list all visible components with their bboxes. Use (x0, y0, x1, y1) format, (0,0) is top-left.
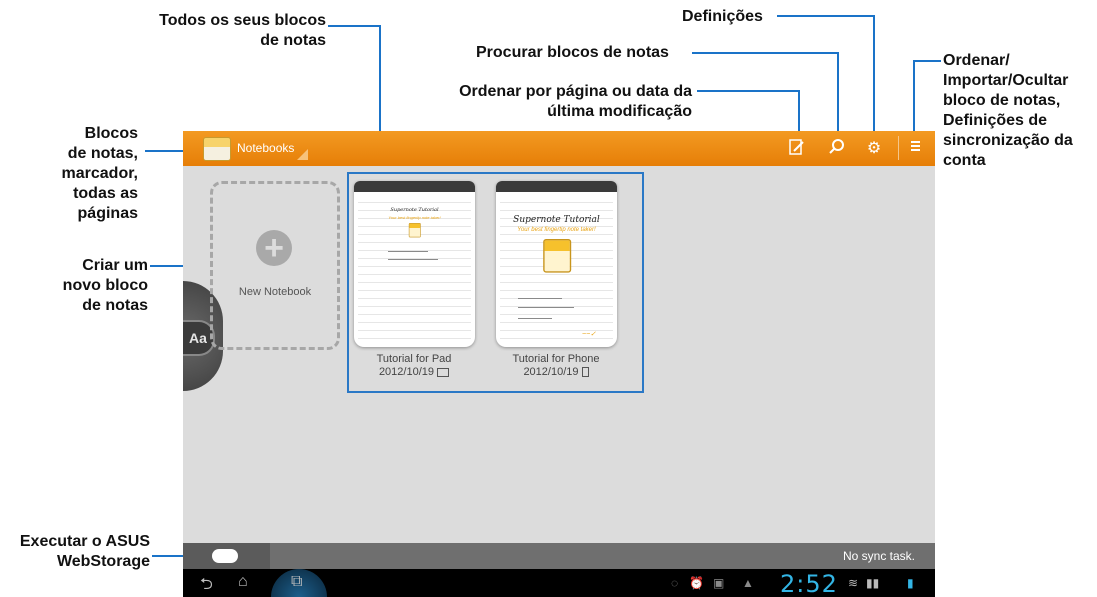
callout-line (913, 60, 941, 62)
new-notebook-label: New Notebook (238, 286, 312, 298)
spiral-binding (496, 181, 617, 192)
sort-edit-icon[interactable] (786, 138, 808, 160)
callout-settings: Definições (682, 8, 763, 25)
toolbar-divider (898, 136, 899, 160)
callout-line (692, 52, 839, 54)
plus-icon: + (256, 230, 292, 266)
cloud-gear-icon (212, 549, 238, 563)
new-notebook-button[interactable]: + New Notebook (210, 181, 340, 350)
signal-icon: ▮▮ (866, 576, 880, 590)
callout-all-notebooks: Todos os seus blocos de notas (159, 12, 326, 49)
callout-webstorage: Executar o ASUS WebStorage (19, 533, 150, 570)
webstorage-button[interactable] (183, 543, 270, 569)
callout-line (798, 90, 800, 137)
screenshot-icon: ▣ (713, 576, 725, 590)
callout-notebooks-nav: Blocos de notas, marcador, todas as pági… (61, 125, 138, 222)
spiral-binding (354, 181, 475, 192)
sync-status-text: No sync task. (842, 549, 915, 563)
warning-icon: ▲ (742, 576, 754, 590)
notebook-cover[interactable]: Supernote Tutorial Your best fingertip n… (496, 181, 617, 347)
notes-app-icon (408, 223, 421, 238)
notebook-cover[interactable]: Supernote Tutorial Your best fingertip n… (354, 181, 475, 347)
tablet-icon (437, 367, 450, 377)
notebook-title: Tutorial for Pad 2012/10/19 (376, 353, 452, 378)
scribble-mark: ~~✓ (582, 331, 597, 338)
callout-line (697, 90, 800, 92)
settings-gear-icon[interactable]: ⚙ (863, 138, 885, 160)
sync-icon: ◌ (671, 576, 679, 590)
notes-app-icon (542, 239, 571, 273)
notebooks-dropdown[interactable]: Notebooks (237, 141, 294, 155)
callout-line (873, 15, 875, 137)
action-bar: Notebooks ⚙ (183, 131, 935, 166)
dropdown-triangle-icon (297, 149, 308, 160)
back-icon[interactable]: ⮌ (200, 573, 213, 597)
callout-line (777, 15, 875, 17)
notebook-title: Tutorial for Phone 2012/10/19 (512, 353, 600, 378)
tablet-screen: Notebooks ⚙ Aa + New Notebook Supernote … (183, 131, 935, 597)
wifi-icon: ≋ (848, 576, 859, 590)
callout-line (837, 52, 839, 137)
phone-icon (581, 367, 589, 378)
system-nav-bar: ⮌ ⌂ ⧉ ◌ ⏰ ▣ ▲ 2:52 ≋ ▮▮ ▮ (183, 569, 935, 597)
callout-create: Criar um novo bloco de notas (62, 257, 148, 314)
notebook-page-preview: Supernote Tutorial Your best fingertip n… (500, 195, 613, 341)
callout-search: Procurar blocos de notas (476, 44, 669, 61)
sync-status-bar: No sync task. (183, 543, 935, 569)
search-icon[interactable] (826, 138, 848, 160)
home-icon[interactable]: ⌂ (238, 573, 248, 591)
battery-icon: ▮ (907, 576, 914, 590)
clock: 2:52 (780, 570, 838, 597)
alarm-icon: ⏰ (689, 576, 704, 590)
notebook-page-preview: Supernote Tutorial Your best fingertip n… (358, 195, 471, 341)
notebook-app-icon[interactable] (203, 137, 231, 161)
recent-apps-icon[interactable]: ⧉ (291, 573, 302, 591)
callout-sort: Ordenar por página ou data da última mod… (459, 83, 692, 120)
menu-list-icon[interactable] (905, 138, 927, 160)
callout-line (913, 60, 915, 137)
callout-line (328, 25, 380, 27)
callout-menu: Ordenar/ Importar/Ocultar bloco de notas… (943, 52, 1073, 169)
